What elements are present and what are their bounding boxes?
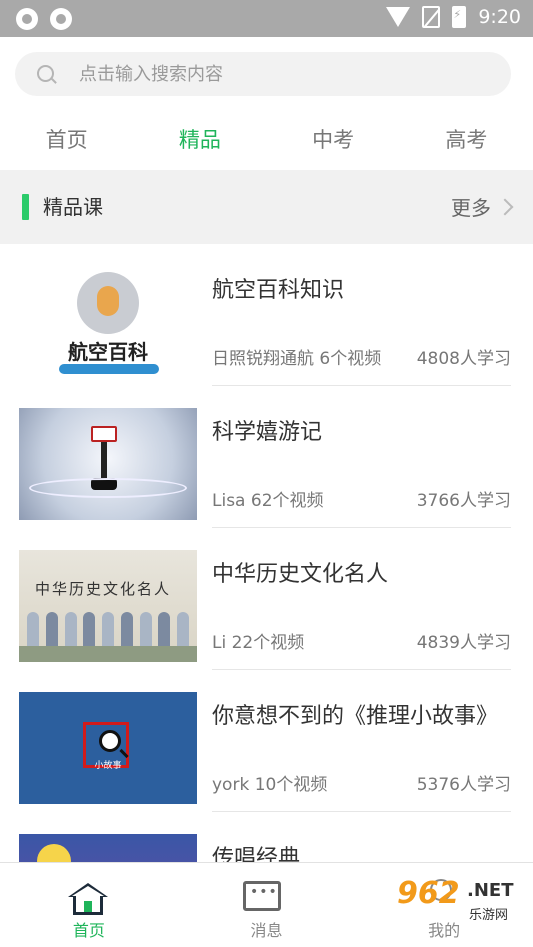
course-title: 中华历史文化名人 — [212, 562, 389, 587]
course-title: 航空百科知识 — [212, 278, 345, 303]
hoop-pole — [101, 442, 107, 482]
watermark-sub: 乐游网 — [469, 908, 509, 923]
ground — [19, 646, 197, 662]
search-bar[interactable] — [15, 52, 511, 96]
course-thumbnail: 航空百科 — [19, 266, 197, 378]
status-bar: 9:20 — [0, 0, 533, 37]
wifi-icon — [386, 7, 411, 27]
thumbnail-title-text: 中华历史文化名人 — [35, 580, 172, 598]
basketball-hoop-icon — [91, 426, 117, 442]
course-title: 科学嬉游记 — [212, 420, 323, 445]
message-icon — [243, 881, 281, 911]
status-left — [16, 8, 72, 30]
thumbnail-caption: 小故事 — [94, 761, 122, 771]
tab-gaokao[interactable]: 高考 — [400, 112, 533, 168]
app-notification-icon — [50, 8, 72, 30]
thumbnail-logo-text: 航空百科 — [68, 340, 148, 364]
watermark-net: .NET — [467, 880, 514, 901]
no-sim-icon — [422, 6, 441, 28]
watermark-number: 962 — [397, 876, 460, 911]
course-author: york 10个视频 — [212, 775, 328, 795]
figure — [27, 612, 39, 650]
section-accent-bar — [22, 194, 29, 220]
nav-home[interactable]: 首页 — [0, 863, 178, 947]
astronaut-logo-icon — [77, 272, 139, 334]
magnifier-icon — [99, 730, 121, 752]
logo-band — [59, 364, 159, 374]
course-thumbnail: 小故事 — [19, 692, 197, 804]
stage-ring — [29, 478, 187, 498]
section-header: 精品课 更多 — [0, 170, 533, 244]
figure — [177, 612, 189, 650]
status-time: 9:20 — [478, 6, 521, 28]
category-tabs: 首页 精品 中考 高考 — [0, 112, 533, 168]
tab-zhongkao[interactable]: 中考 — [267, 112, 400, 168]
home-icon — [68, 883, 108, 915]
tab-featured[interactable]: 精品 — [133, 112, 266, 168]
course-author: 日照锐翔通航 6个视频 — [212, 349, 382, 369]
course-learners: 4808人学习 — [416, 349, 511, 369]
figure — [64, 612, 77, 650]
course-item[interactable]: 中华历史文化名人 中华历史文化名人 Li 22个视频 4839人学习 — [0, 528, 533, 670]
search-icon — [37, 65, 54, 82]
watermark-logo: 962 .NET 乐游网 — [397, 872, 527, 938]
course-item[interactable]: 航空百科 航空百科知识 日照锐翔通航 6个视频 4808人学习 — [0, 244, 533, 386]
course-title: 你意想不到的《推理小故事》 — [212, 704, 499, 729]
figure — [139, 612, 152, 650]
figure — [120, 612, 133, 650]
section-title: 精品课 — [43, 195, 103, 219]
status-right: 9:20 — [386, 6, 521, 28]
chevron-right-icon — [496, 198, 514, 215]
course-author: Lisa 62个视频 — [212, 491, 324, 511]
course-learners: 4839人学习 — [416, 633, 511, 653]
search-input[interactable] — [79, 52, 499, 96]
course-thumbnail — [19, 408, 197, 520]
nav-messages-label: 消息 — [250, 921, 283, 940]
course-thumbnail: 中华历史文化名人 — [19, 550, 197, 662]
more-label: 更多 — [451, 196, 491, 220]
more-button[interactable]: 更多 — [451, 192, 514, 221]
course-item[interactable]: 小故事 你意想不到的《推理小故事》 york 10个视频 5376人学习 — [0, 670, 533, 812]
figure — [45, 612, 58, 650]
course-learners: 3766人学习 — [416, 491, 511, 511]
app-screen: 9:20 首页 精品 中考 高考 精品课 更多 航空百科 航空百科知识 日照锐翔… — [0, 0, 533, 947]
course-author: Li 22个视频 — [212, 633, 305, 653]
course-item[interactable]: 科学嬉游记 Lisa 62个视频 3766人学习 — [0, 386, 533, 528]
app-notification-icon — [16, 8, 38, 30]
course-learners: 5376人学习 — [416, 775, 511, 795]
figure — [83, 612, 96, 650]
nav-home-label: 首页 — [72, 921, 105, 940]
tab-home[interactable]: 首页 — [0, 112, 133, 168]
battery-charging-icon — [452, 6, 467, 28]
figure — [102, 612, 114, 650]
figure — [158, 612, 171, 650]
